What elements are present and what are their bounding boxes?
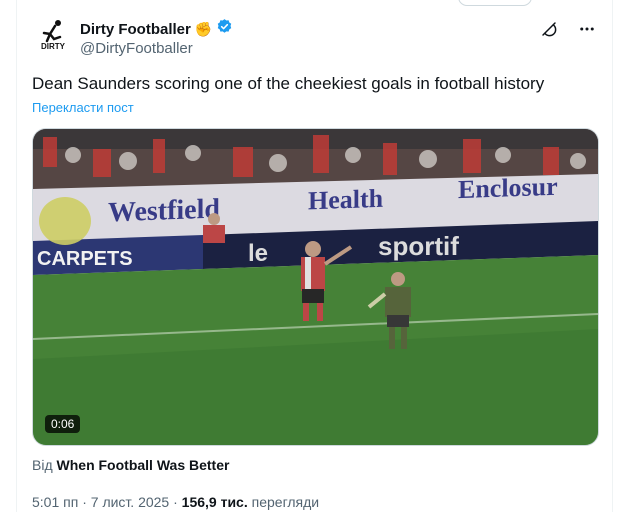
source-name[interactable]: When Football Was Better xyxy=(57,457,230,473)
fist-emoji: ✊ xyxy=(194,20,213,37)
grok-icon[interactable] xyxy=(538,18,560,40)
post-text: Dean Saunders scoring one of the cheekie… xyxy=(32,74,545,93)
author-name-row[interactable]: Dirty Footballer ✊ xyxy=(80,18,233,40)
video-source[interactable]: Від When Football Was Better xyxy=(32,457,229,473)
avatar-text: DIRTY xyxy=(41,42,66,51)
left-border xyxy=(16,0,17,512)
verified-badge-icon xyxy=(216,18,233,40)
views-label: перегляди xyxy=(251,494,320,510)
post-date[interactable]: 7 лист. 2025 xyxy=(91,494,169,510)
post-meta: 5:01 пп · 7 лист. 2025 · 156,9 тис. пере… xyxy=(32,494,319,510)
more-options-icon[interactable] xyxy=(576,18,598,40)
dirty-footballer-logo: DIRTY xyxy=(33,16,73,56)
avatar[interactable]: DIRTY xyxy=(32,15,74,57)
top-pill[interactable] xyxy=(458,0,532,6)
post-time[interactable]: 5:01 пп xyxy=(32,494,78,510)
meta-separator-2: · xyxy=(173,494,178,510)
post-actions-top xyxy=(538,18,598,40)
video-player[interactable]: Westfield Health Enclosur CARPETS le spo… xyxy=(32,128,599,446)
source-prefix: Від xyxy=(32,457,53,473)
author-handle[interactable]: @DirtyFootballer xyxy=(80,40,193,57)
meta-separator: · xyxy=(82,494,87,510)
author-name[interactable]: Dirty Footballer xyxy=(80,21,191,38)
video-frame: Westfield Health Enclosur CARPETS le spo… xyxy=(33,129,598,445)
translate-post-link[interactable]: Перекласти пост xyxy=(32,100,134,115)
video-duration: 0:06 xyxy=(45,415,81,433)
view-count: 156,9 тис. xyxy=(181,494,248,510)
right-border xyxy=(612,0,613,512)
